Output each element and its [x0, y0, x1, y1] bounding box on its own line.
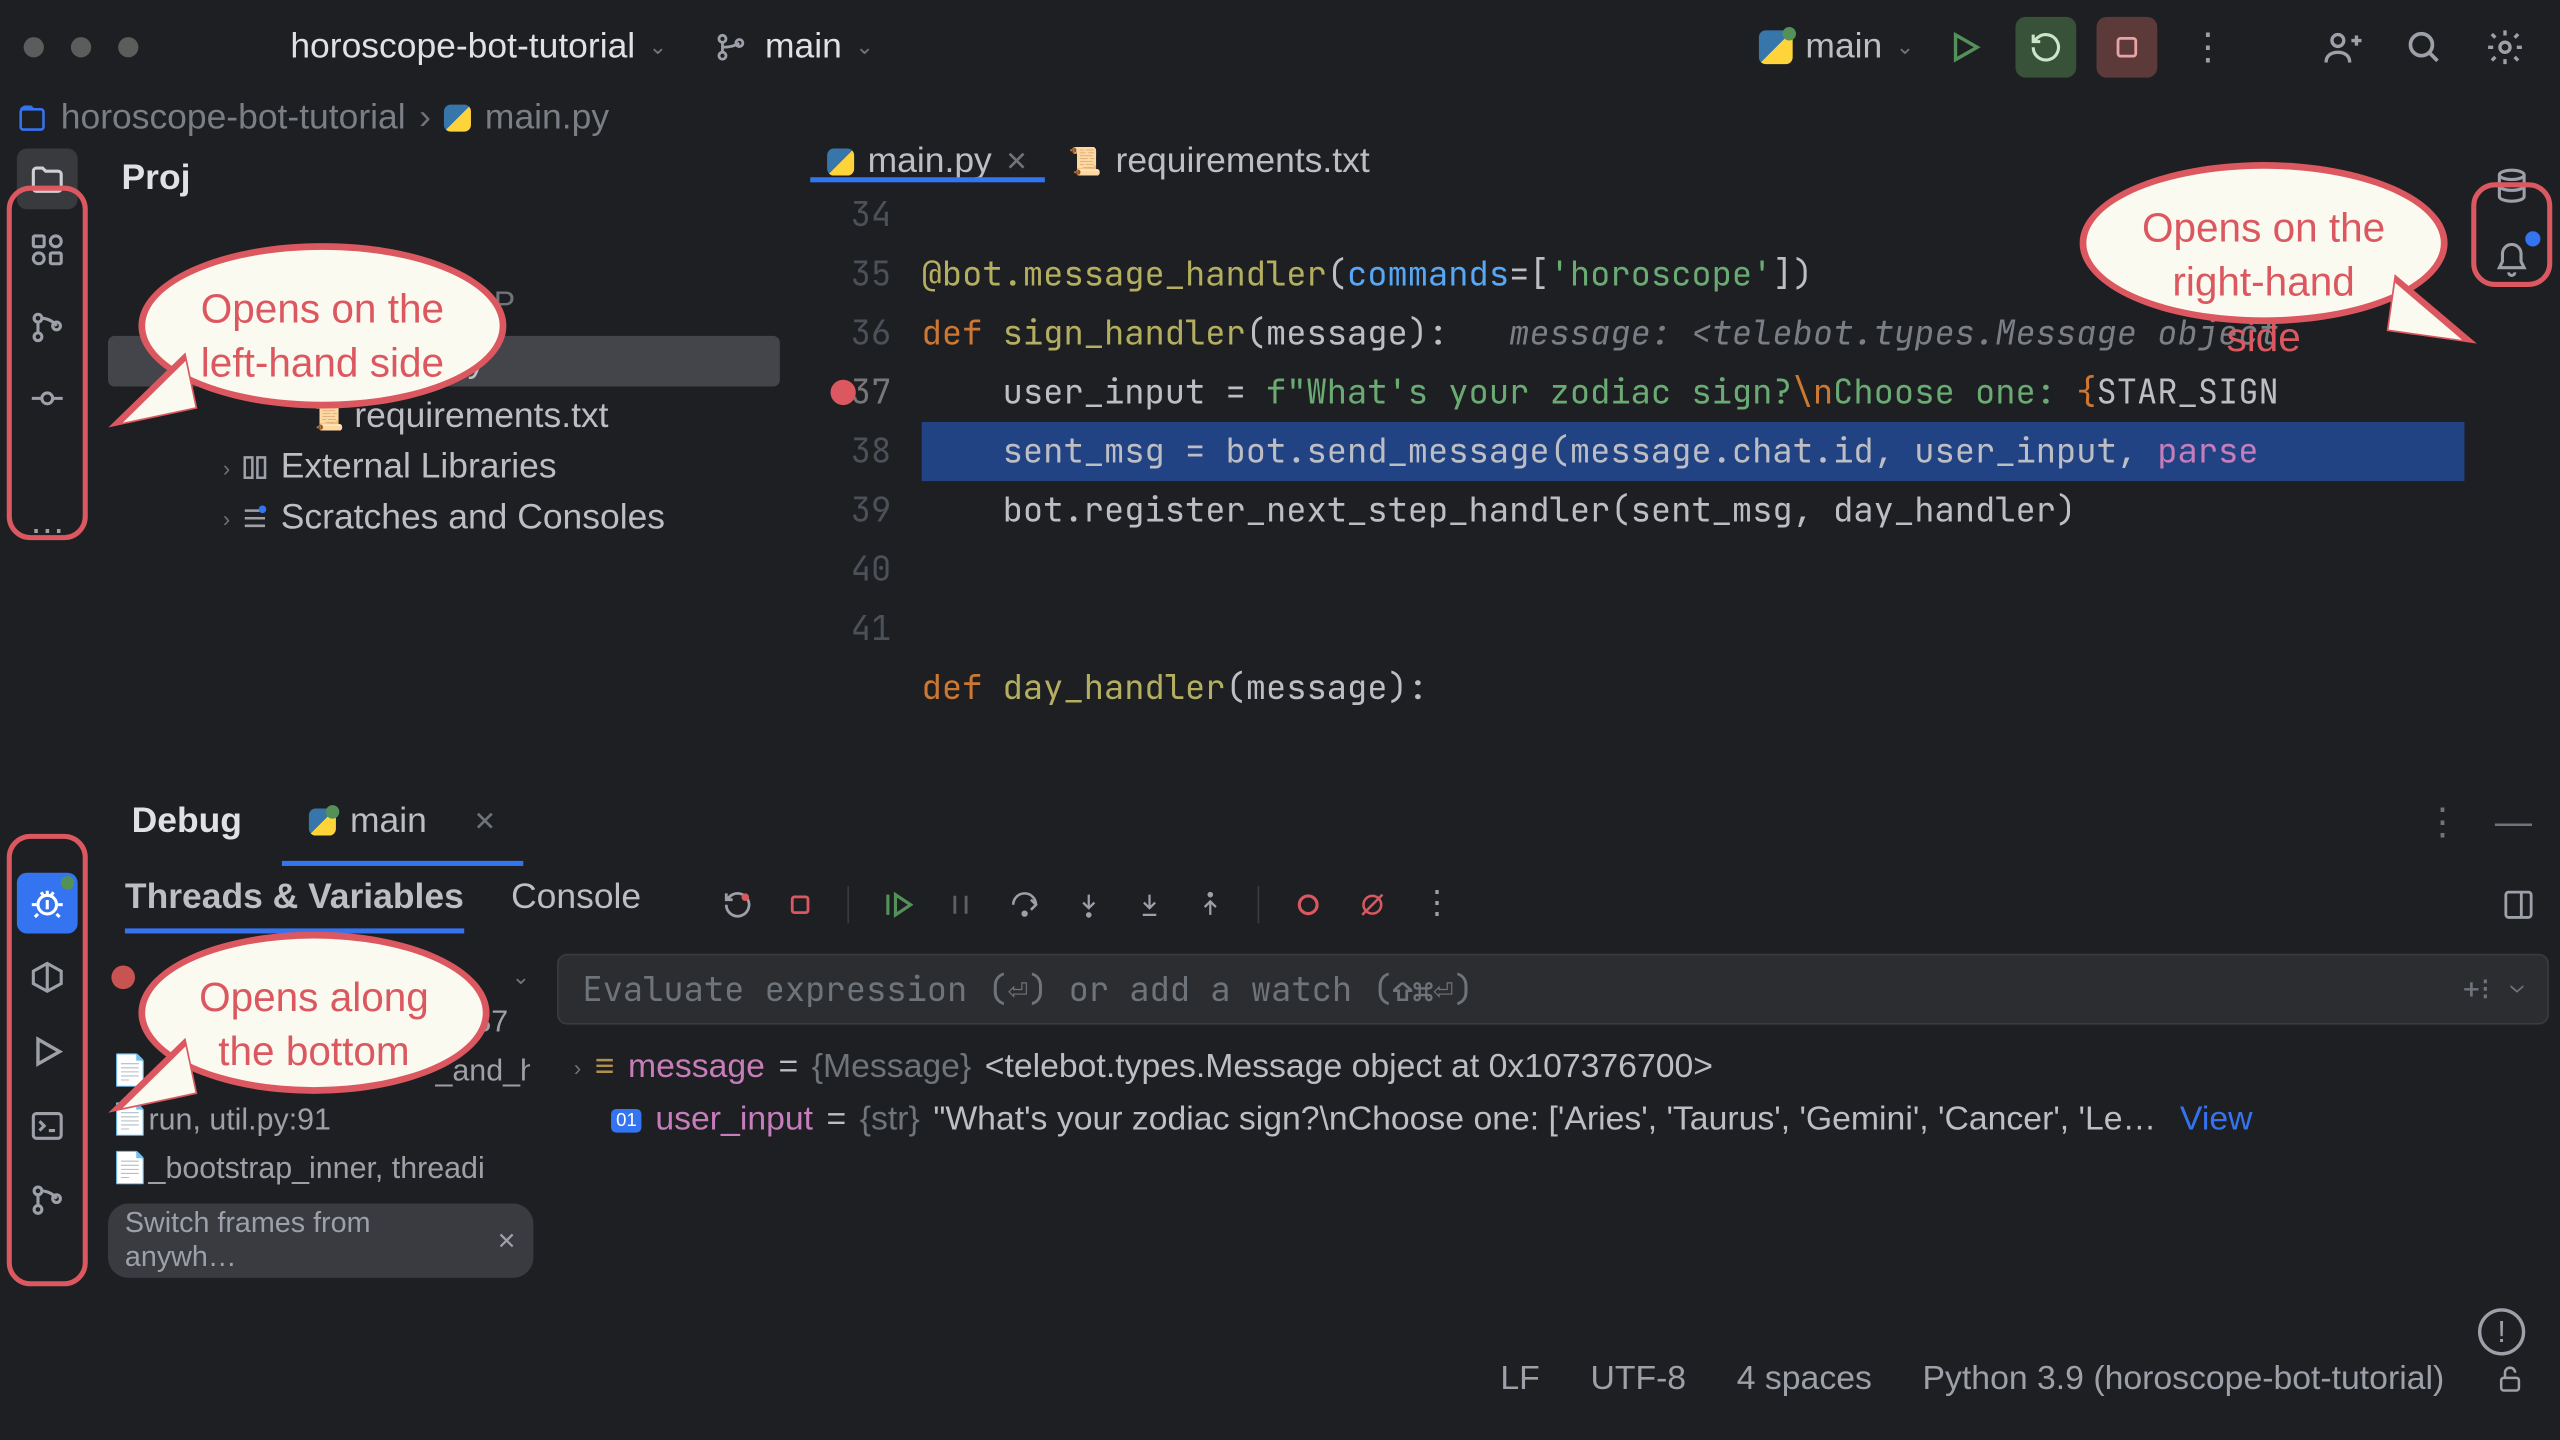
titlebar: horoscope-bot-tutorial⌄ main⌄ main⌄ ⋮ — [0, 0, 2559, 95]
debug-title: Debug — [132, 802, 242, 843]
step-over-icon[interactable] — [1007, 889, 1041, 919]
python-icon — [309, 809, 336, 836]
line-separator[interactable]: LF — [1500, 1360, 1539, 1399]
debug-session-tab[interactable]: main ✕ — [299, 778, 506, 866]
stop-button[interactable] — [2096, 17, 2157, 78]
file-encoding[interactable]: UTF-8 — [1590, 1360, 1686, 1399]
traffic-lights — [24, 37, 139, 57]
editor-tab-requirements[interactable]: 📜requirements.txt — [1052, 142, 1387, 183]
debug-minimize-icon[interactable]: — — [2495, 800, 2532, 844]
notifications-tool-icon[interactable] — [2481, 230, 2542, 291]
callout-bottom: Opens along the bottom — [138, 932, 489, 1094]
frame-row[interactable]: 📄_bootstrap_inner, threadi — [95, 1144, 547, 1193]
problems-icon[interactable]: ! — [2478, 1308, 2525, 1355]
resume-icon[interactable] — [883, 889, 913, 919]
project-dropdown[interactable]: horoscope-bot-tutorial⌄ — [290, 27, 667, 68]
variable-row[interactable]: 01 user_input = {str} "What's your zodia… — [547, 1094, 2559, 1146]
vcs-tool-icon[interactable] — [17, 297, 78, 358]
branch-dropdown[interactable]: main⌄ — [765, 27, 874, 68]
breakpoint-icon[interactable] — [830, 380, 855, 405]
debug-left-stripe — [0, 866, 95, 1349]
code-with-me-icon[interactable] — [2313, 17, 2374, 78]
commit-tool-icon[interactable] — [17, 368, 78, 429]
indent-info[interactable]: 4 spaces — [1737, 1360, 1872, 1399]
variable-row[interactable]: › ≡ message = {Message} <telebot.types.M… — [547, 1041, 2559, 1093]
frame-row[interactable]: 📄run, util.py:91 — [95, 1096, 547, 1145]
view-breakpoints-icon[interactable] — [1293, 889, 1323, 919]
branch-icon — [714, 30, 748, 64]
editor-tab-main[interactable]: main.py✕ — [810, 142, 1045, 183]
settings-icon[interactable] — [2475, 17, 2536, 78]
python-interpreter[interactable]: Python 3.9 (horoscope-bot-tutorial) — [1923, 1360, 2445, 1399]
tree-external-libraries[interactable]: › External Libraries — [95, 442, 794, 493]
step-into-icon[interactable] — [1075, 889, 1102, 919]
threads-variables-tab[interactable]: Threads & Variables — [125, 877, 464, 931]
stop-icon[interactable] — [786, 890, 813, 917]
tree-scratches[interactable]: › Scratches and Consoles — [95, 493, 794, 544]
lock-icon[interactable] — [2495, 1364, 2525, 1394]
pause-icon[interactable] — [947, 890, 974, 917]
python-icon — [444, 105, 471, 132]
project-tool-icon[interactable] — [17, 149, 78, 210]
frames-hint[interactable]: Switch frames from anywh…✕ — [108, 1204, 533, 1278]
eval-expression-input[interactable]: Evaluate expression (⏎) or add a watch (… — [557, 954, 2549, 1025]
gutter[interactable]: 3435363738394041 — [793, 186, 921, 777]
search-icon[interactable] — [2394, 17, 2455, 78]
step-out-icon[interactable] — [1197, 889, 1224, 919]
more-icon[interactable]: ⋮ — [2178, 17, 2239, 78]
debug-more-icon[interactable]: ⋮ — [1421, 885, 1453, 924]
right-tool-stripe — [2464, 142, 2559, 777]
rerun-icon[interactable] — [722, 889, 752, 919]
more-tools-icon[interactable]: ⋯ — [17, 500, 78, 561]
python-icon — [827, 149, 854, 176]
breadcrumb: horoscope-bot-tutorial › main.py — [0, 95, 2559, 142]
project-pane: Proj torial ~/PycharmP main.py 📜requirem… — [95, 142, 794, 777]
rerun-button[interactable] — [2015, 17, 2076, 78]
run-config-dropdown[interactable]: main⌄ — [1758, 27, 1914, 68]
mute-breakpoints-icon[interactable] — [1357, 889, 1387, 919]
python-icon — [1758, 30, 1792, 64]
debug-tool-icon[interactable] — [17, 873, 78, 934]
database-tool-icon[interactable] — [2481, 155, 2542, 216]
variables-pane: Evaluate expression (⏎) or add a watch (… — [547, 944, 2559, 1349]
run-tool-icon[interactable] — [17, 1021, 78, 1082]
layout-icon[interactable] — [2502, 887, 2536, 921]
structure-tool-icon[interactable] — [17, 219, 78, 280]
status-bar: LF UTF-8 4 spaces Python 3.9 (horoscope-… — [0, 1349, 2559, 1410]
tree-file-requirements[interactable]: 📜requirements.txt — [95, 392, 794, 443]
project-pane-title: Proj — [95, 152, 794, 209]
terminal-tool-icon[interactable] — [17, 1096, 78, 1157]
git-tool-icon[interactable] — [17, 1170, 78, 1231]
callout-right: Opens on the right-hand side — [2080, 162, 2448, 324]
console-tab[interactable]: Console — [511, 877, 641, 931]
debug-more-icon[interactable]: ⋮ — [2424, 800, 2461, 844]
callout-left: Opens on the left-hand side — [138, 243, 506, 408]
step-into-my-icon[interactable] — [1136, 889, 1163, 919]
run-button[interactable] — [1934, 17, 1995, 78]
view-link[interactable]: View — [2180, 1101, 2253, 1140]
python-console-tool-icon[interactable] — [17, 947, 78, 1008]
left-tool-stripe: ⋯ — [0, 142, 95, 777]
